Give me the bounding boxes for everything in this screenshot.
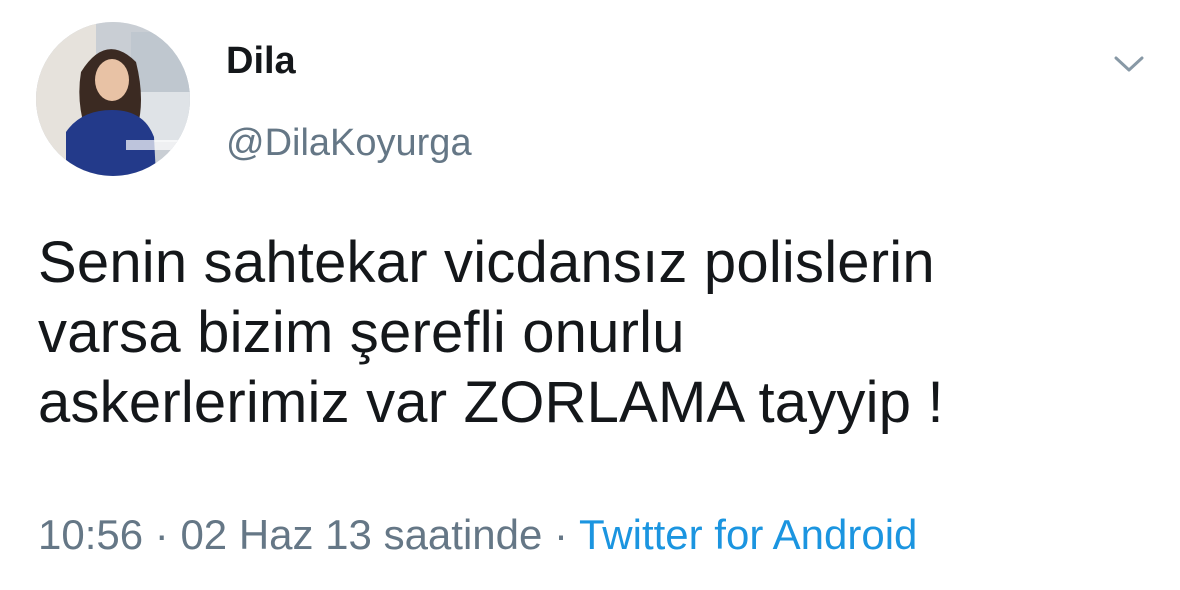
meta-separator: · [143,511,181,558]
tweet-text-line: varsa bizim şerefli onurlu [38,300,685,365]
tweet-text-line: askerlerimiz var ZORLAMA tayyip ! [38,370,944,435]
tweet-meta: 10:56 · 02 Haz 13 saatinde · Twitter for… [38,514,917,556]
tweet-card: Dila @DilaKoyurga Senin sahtekar vicdans… [0,0,1180,590]
avatar-photo [36,22,190,176]
avatar[interactable] [36,22,190,176]
tweet-source-link[interactable]: Twitter for Android [579,511,917,558]
tweet-date[interactable]: 02 Haz 13 saatinde [180,511,542,558]
tweet-time[interactable]: 10:56 [38,511,143,558]
user-handle[interactable]: @DilaKoyurga [226,124,472,162]
chevron-down-icon[interactable] [1112,52,1146,76]
user-name[interactable]: Dila [226,42,296,80]
meta-separator: · [542,511,579,558]
tweet-text: Senin sahtekar vicdansız polislerin vars… [38,228,1158,438]
tweet-text-line: Senin sahtekar vicdansız polislerin [38,230,935,295]
